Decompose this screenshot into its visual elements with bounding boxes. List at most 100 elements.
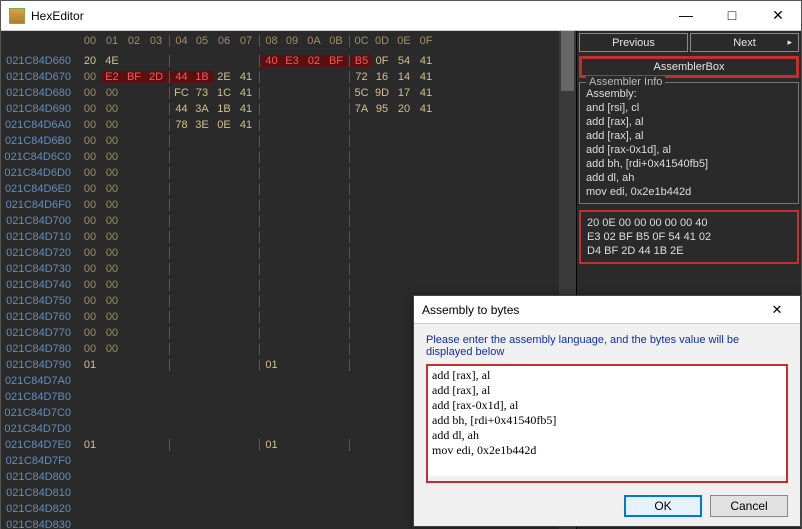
hex-byte[interactable]	[371, 311, 393, 323]
hex-byte[interactable]	[123, 199, 145, 211]
hex-byte[interactable]	[145, 55, 167, 67]
hex-byte[interactable]	[145, 103, 167, 115]
hex-byte[interactable]	[259, 247, 281, 259]
hex-byte[interactable]	[303, 183, 325, 195]
maximize-button[interactable]: □	[709, 1, 755, 30]
hex-byte[interactable]	[213, 183, 235, 195]
hex-byte[interactable]	[281, 103, 303, 115]
hex-byte[interactable]	[235, 167, 257, 179]
hex-byte[interactable]: 78	[169, 119, 191, 131]
hex-byte[interactable]: 54	[393, 55, 415, 67]
hex-byte[interactable]	[303, 279, 325, 291]
hex-byte[interactable]: 41	[235, 87, 257, 99]
hex-byte[interactable]	[303, 343, 325, 355]
hex-byte[interactable]: 41	[415, 87, 437, 99]
hex-byte[interactable]	[235, 55, 257, 67]
hex-byte[interactable]: 00	[79, 279, 101, 291]
hex-byte[interactable]	[303, 167, 325, 179]
hex-byte[interactable]	[213, 151, 235, 163]
hex-byte[interactable]: 41	[415, 103, 437, 115]
hex-byte[interactable]	[303, 151, 325, 163]
hex-byte[interactable]: 00	[79, 135, 101, 147]
hex-byte[interactable]	[325, 295, 347, 307]
hex-byte[interactable]: 00	[79, 311, 101, 323]
hex-byte[interactable]: 73	[191, 87, 213, 99]
hex-byte[interactable]	[281, 359, 303, 371]
hex-byte[interactable]	[393, 263, 415, 275]
hex-byte[interactable]: 3A	[191, 103, 213, 115]
hex-byte[interactable]	[371, 135, 393, 147]
hex-byte[interactable]	[145, 167, 167, 179]
hex-byte[interactable]	[235, 311, 257, 323]
hex-byte[interactable]	[169, 343, 191, 355]
hex-byte[interactable]	[393, 183, 415, 195]
hex-byte[interactable]: 00	[79, 231, 101, 243]
hex-byte[interactable]	[235, 215, 257, 227]
hex-byte[interactable]: 00	[101, 87, 123, 99]
hex-byte[interactable]	[191, 311, 213, 323]
hex-byte[interactable]	[123, 231, 145, 243]
hex-byte[interactable]	[349, 167, 371, 179]
hex-byte[interactable]	[349, 151, 371, 163]
hex-byte[interactable]	[415, 119, 437, 131]
hex-byte[interactable]	[145, 263, 167, 275]
hex-byte[interactable]	[303, 135, 325, 147]
hex-byte[interactable]	[213, 359, 235, 371]
hex-byte[interactable]: 40	[259, 55, 281, 67]
hex-byte[interactable]: 00	[101, 231, 123, 243]
hex-byte[interactable]	[123, 359, 145, 371]
hex-byte[interactable]	[259, 231, 281, 243]
hex-byte[interactable]	[191, 231, 213, 243]
hex-byte[interactable]	[349, 247, 371, 259]
hex-byte[interactable]	[169, 359, 191, 371]
hex-byte[interactable]	[371, 247, 393, 259]
hex-byte[interactable]	[349, 119, 371, 131]
hex-byte[interactable]	[303, 327, 325, 339]
hex-byte[interactable]	[325, 327, 347, 339]
hex-byte[interactable]: 17	[393, 87, 415, 99]
hex-byte[interactable]	[123, 247, 145, 259]
hex-byte[interactable]: 2E	[213, 71, 235, 83]
hex-byte[interactable]: 00	[79, 295, 101, 307]
hex-byte[interactable]	[415, 151, 437, 163]
hex-byte[interactable]	[325, 103, 347, 115]
cancel-button[interactable]: Cancel	[710, 495, 788, 517]
hex-byte[interactable]	[213, 215, 235, 227]
hex-byte[interactable]	[123, 135, 145, 147]
assembly-input[interactable]	[428, 366, 786, 476]
hex-byte[interactable]	[325, 279, 347, 291]
hex-byte[interactable]: 00	[79, 263, 101, 275]
hex-byte[interactable]	[169, 151, 191, 163]
hex-byte[interactable]	[235, 231, 257, 243]
hex-byte[interactable]	[325, 167, 347, 179]
hex-byte[interactable]	[145, 199, 167, 211]
hex-byte[interactable]: 1B	[191, 71, 213, 83]
hex-byte[interactable]: BF	[325, 55, 347, 67]
hex-byte[interactable]	[145, 183, 167, 195]
hex-byte[interactable]	[349, 295, 371, 307]
hex-byte[interactable]	[371, 183, 393, 195]
hex-byte[interactable]	[303, 295, 325, 307]
hex-byte[interactable]	[191, 263, 213, 275]
hex-byte[interactable]: 01	[259, 359, 281, 371]
hex-byte[interactable]	[325, 263, 347, 275]
ok-button[interactable]: OK	[624, 495, 702, 517]
hex-byte[interactable]	[303, 215, 325, 227]
hex-byte[interactable]: 1B	[213, 103, 235, 115]
hex-byte[interactable]	[169, 183, 191, 195]
hex-byte[interactable]: 41	[235, 71, 257, 83]
hex-byte[interactable]	[393, 359, 415, 371]
hex-byte[interactable]: 0E	[213, 119, 235, 131]
hex-byte[interactable]	[145, 295, 167, 307]
hex-byte[interactable]	[235, 199, 257, 211]
hex-byte[interactable]	[123, 327, 145, 339]
hex-byte[interactable]	[259, 343, 281, 355]
hex-byte[interactable]: 20	[393, 103, 415, 115]
hex-byte[interactable]	[349, 343, 371, 355]
hex-byte[interactable]	[371, 327, 393, 339]
hex-byte[interactable]: 2D	[145, 71, 167, 83]
hex-byte[interactable]: 00	[79, 103, 101, 115]
hex-byte[interactable]	[235, 183, 257, 195]
hex-byte[interactable]: 00	[101, 279, 123, 291]
hex-byte[interactable]	[235, 247, 257, 259]
